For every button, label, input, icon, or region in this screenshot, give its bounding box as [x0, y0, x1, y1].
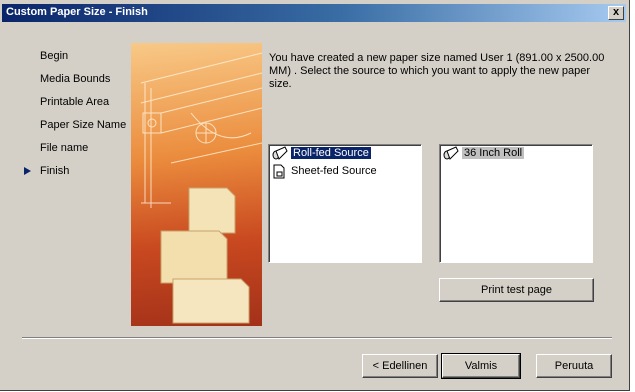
step-printable-area: Printable Area [22, 96, 126, 119]
step-begin: Begin [22, 50, 126, 73]
list-item-label: 36 Inch Roll [462, 147, 525, 159]
step-paper-size-name: Paper Size Name [22, 119, 126, 142]
finish-button[interactable]: Valmis [441, 353, 521, 379]
plotter-graphic [140, 52, 262, 324]
back-button[interactable]: < Edellinen [362, 354, 438, 378]
wizard-illustration [131, 43, 262, 326]
step-label: Paper Size Name [40, 119, 127, 131]
source-listbox[interactable]: Roll-fed Source Sheet-fed Source [268, 144, 422, 263]
dialog-window: Custom Paper Size - Finish x Begin Media… [0, 0, 630, 391]
list-item-36-inch-roll[interactable]: 36 Inch Roll [440, 145, 592, 163]
print-test-page-button[interactable]: Print test page [439, 278, 594, 302]
close-button[interactable]: x [608, 6, 624, 20]
roll-listbox[interactable]: 36 Inch Roll [439, 144, 593, 263]
step-label: File name [40, 142, 89, 154]
list-item-roll-fed-source[interactable]: Roll-fed Source [269, 145, 421, 163]
sheet-feed-icon [272, 164, 286, 184]
roll-icon [443, 146, 459, 165]
list-item-sheet-fed-source[interactable]: Sheet-fed Source [269, 163, 421, 181]
list-item-label: Roll-fed Source [291, 147, 371, 159]
divider [22, 337, 612, 339]
step-label: Media Bounds [40, 73, 111, 85]
cancel-button[interactable]: Peruuta [536, 354, 612, 378]
step-label: Finish [40, 165, 70, 177]
current-step-arrow-icon [24, 167, 31, 175]
step-finish: Finish [22, 165, 126, 188]
step-label: Printable Area [40, 96, 110, 108]
step-file-name: File name [22, 142, 126, 165]
step-label: Begin [40, 50, 69, 62]
window-title: Custom Paper Size - Finish [6, 6, 148, 18]
list-item-label: Sheet-fed Source [291, 165, 377, 177]
wizard-steps: Begin Media Bounds Printable Area Paper … [22, 50, 126, 188]
summary-message: You have created a new paper size named … [269, 52, 605, 90]
title-bar[interactable]: Custom Paper Size - Finish x [2, 4, 626, 22]
step-media-bounds: Media Bounds [22, 73, 126, 96]
